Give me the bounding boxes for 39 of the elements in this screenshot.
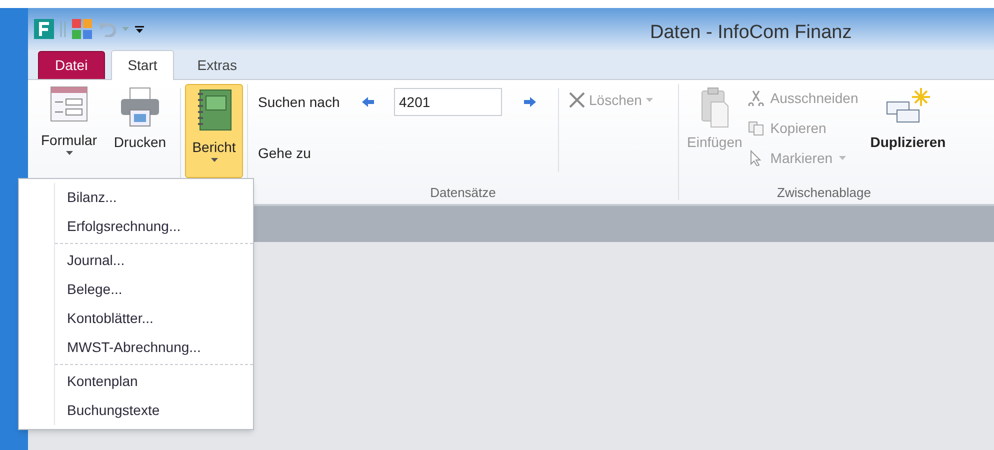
caret-icon xyxy=(66,151,72,155)
caret-icon xyxy=(838,156,846,160)
grid-icon[interactable] xyxy=(72,19,92,39)
menu-item[interactable]: Bilanz... xyxy=(55,183,253,212)
search-field[interactable]: 4201 xyxy=(394,88,502,116)
right-arrow-icon[interactable] xyxy=(524,97,536,107)
search-label: Suchen nach xyxy=(258,92,341,112)
menu-item[interactable]: Buchungstexte xyxy=(55,396,253,425)
print-button[interactable]: Drucken xyxy=(108,86,172,153)
separator-icon xyxy=(60,21,66,37)
printer-icon xyxy=(118,86,162,128)
scissors-icon xyxy=(748,90,764,106)
form-icon xyxy=(50,86,88,122)
report-button[interactable]: Bericht xyxy=(185,84,243,178)
caret-icon xyxy=(646,98,653,102)
caret-icon xyxy=(210,158,218,162)
group-label: Datensätze xyxy=(429,184,497,202)
group-label: Zwischenablage xyxy=(776,184,872,202)
menu-item[interactable]: Erfolgsrechnung... xyxy=(55,212,253,241)
clipboard-icon xyxy=(700,86,729,128)
notebook-icon xyxy=(196,89,232,131)
left-arrow-icon[interactable] xyxy=(362,97,374,107)
copy-icon xyxy=(748,120,764,136)
menu-item[interactable]: MWST-Abrechnung... xyxy=(55,333,253,362)
ribbon-tab[interactable]: Datei xyxy=(38,51,105,79)
form-button[interactable]: Formular xyxy=(34,86,104,155)
menu-item[interactable]: Belege... xyxy=(55,275,253,304)
menu-item[interactable]: Kontenplan xyxy=(55,367,253,396)
close-icon xyxy=(569,92,585,108)
app-logo-icon xyxy=(34,19,54,39)
goto-label: Gehe zu xyxy=(258,144,312,163)
duplicate-button[interactable]: Duplizieren xyxy=(870,86,946,182)
menu-item[interactable]: Kontoblätter... xyxy=(55,304,253,333)
ribbon-tab[interactable]: Extras xyxy=(180,51,254,79)
menu-item[interactable]: Journal... xyxy=(55,246,253,275)
window-title: Daten - InfoCom Finanz xyxy=(650,21,852,45)
ribbon-tab[interactable]: Start xyxy=(110,50,174,80)
customize-icon[interactable] xyxy=(135,24,144,34)
caret-icon xyxy=(122,27,129,31)
